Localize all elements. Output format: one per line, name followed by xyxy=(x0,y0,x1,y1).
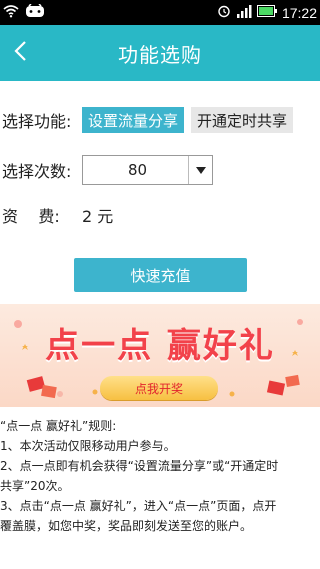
signal-icon xyxy=(236,4,252,22)
banner-draw-button[interactable]: 点我开奖 xyxy=(100,376,218,400)
rules-title: “点一点 赢好礼”规则: xyxy=(0,419,117,433)
times-select[interactable]: 80 xyxy=(82,155,213,185)
rules-line: 3、点击“点一点 赢好礼”，进入“点一点”页面，点开 xyxy=(0,499,277,513)
page-title: 功能选购 xyxy=(118,42,202,67)
fee-value: 2 元 xyxy=(82,207,114,226)
app-header: 功能选购 xyxy=(0,25,320,81)
fee-label: 资 费: xyxy=(2,207,60,226)
times-row: 选择次数: 80 xyxy=(0,155,320,185)
fee-row: 资 费: 2 元 xyxy=(0,203,320,227)
function-label: 选择功能: xyxy=(2,112,72,131)
option-scheduled-share[interactable]: 开通定时共享 xyxy=(191,107,294,133)
back-button[interactable] xyxy=(0,25,40,81)
status-time: 17:22 xyxy=(281,4,317,21)
option-traffic-share[interactable]: 设置流量分享 xyxy=(82,107,185,133)
recharge-button[interactable]: 快速充值 xyxy=(74,258,247,292)
rules-line: 覆盖膜，如您中奖，奖品即刻发送至您的账户。 xyxy=(0,519,253,533)
status-bar: 17:22 xyxy=(0,0,320,25)
banner-title: 点一点 赢好礼 xyxy=(45,326,275,366)
dropdown-arrow-icon xyxy=(188,156,212,184)
function-row: 选择功能: 设置流量分享 开通定时共享 xyxy=(0,107,320,133)
promo-banner[interactable]: 点一点 赢好礼 点我开奖 xyxy=(0,304,320,407)
rules-line: 共享”20次。 xyxy=(0,479,70,493)
times-label: 选择次数: xyxy=(2,162,72,181)
chevron-left-icon xyxy=(13,40,27,66)
wifi-icon xyxy=(3,3,19,22)
times-select-value: 80 xyxy=(127,161,148,179)
battery-icon xyxy=(256,4,277,21)
game-icon xyxy=(25,3,45,22)
rules-line: 1、本次活动仅限移动用户参与。 xyxy=(0,439,176,453)
alarm-icon xyxy=(217,4,231,22)
rules-section: “点一点 赢好礼”规则: 1、本次活动仅限移动用户参与。 2、点一点即有机会获得… xyxy=(0,416,320,536)
rules-line: 2、点一点即有机会获得“设置流量分享”或“开通定时 xyxy=(0,459,279,473)
